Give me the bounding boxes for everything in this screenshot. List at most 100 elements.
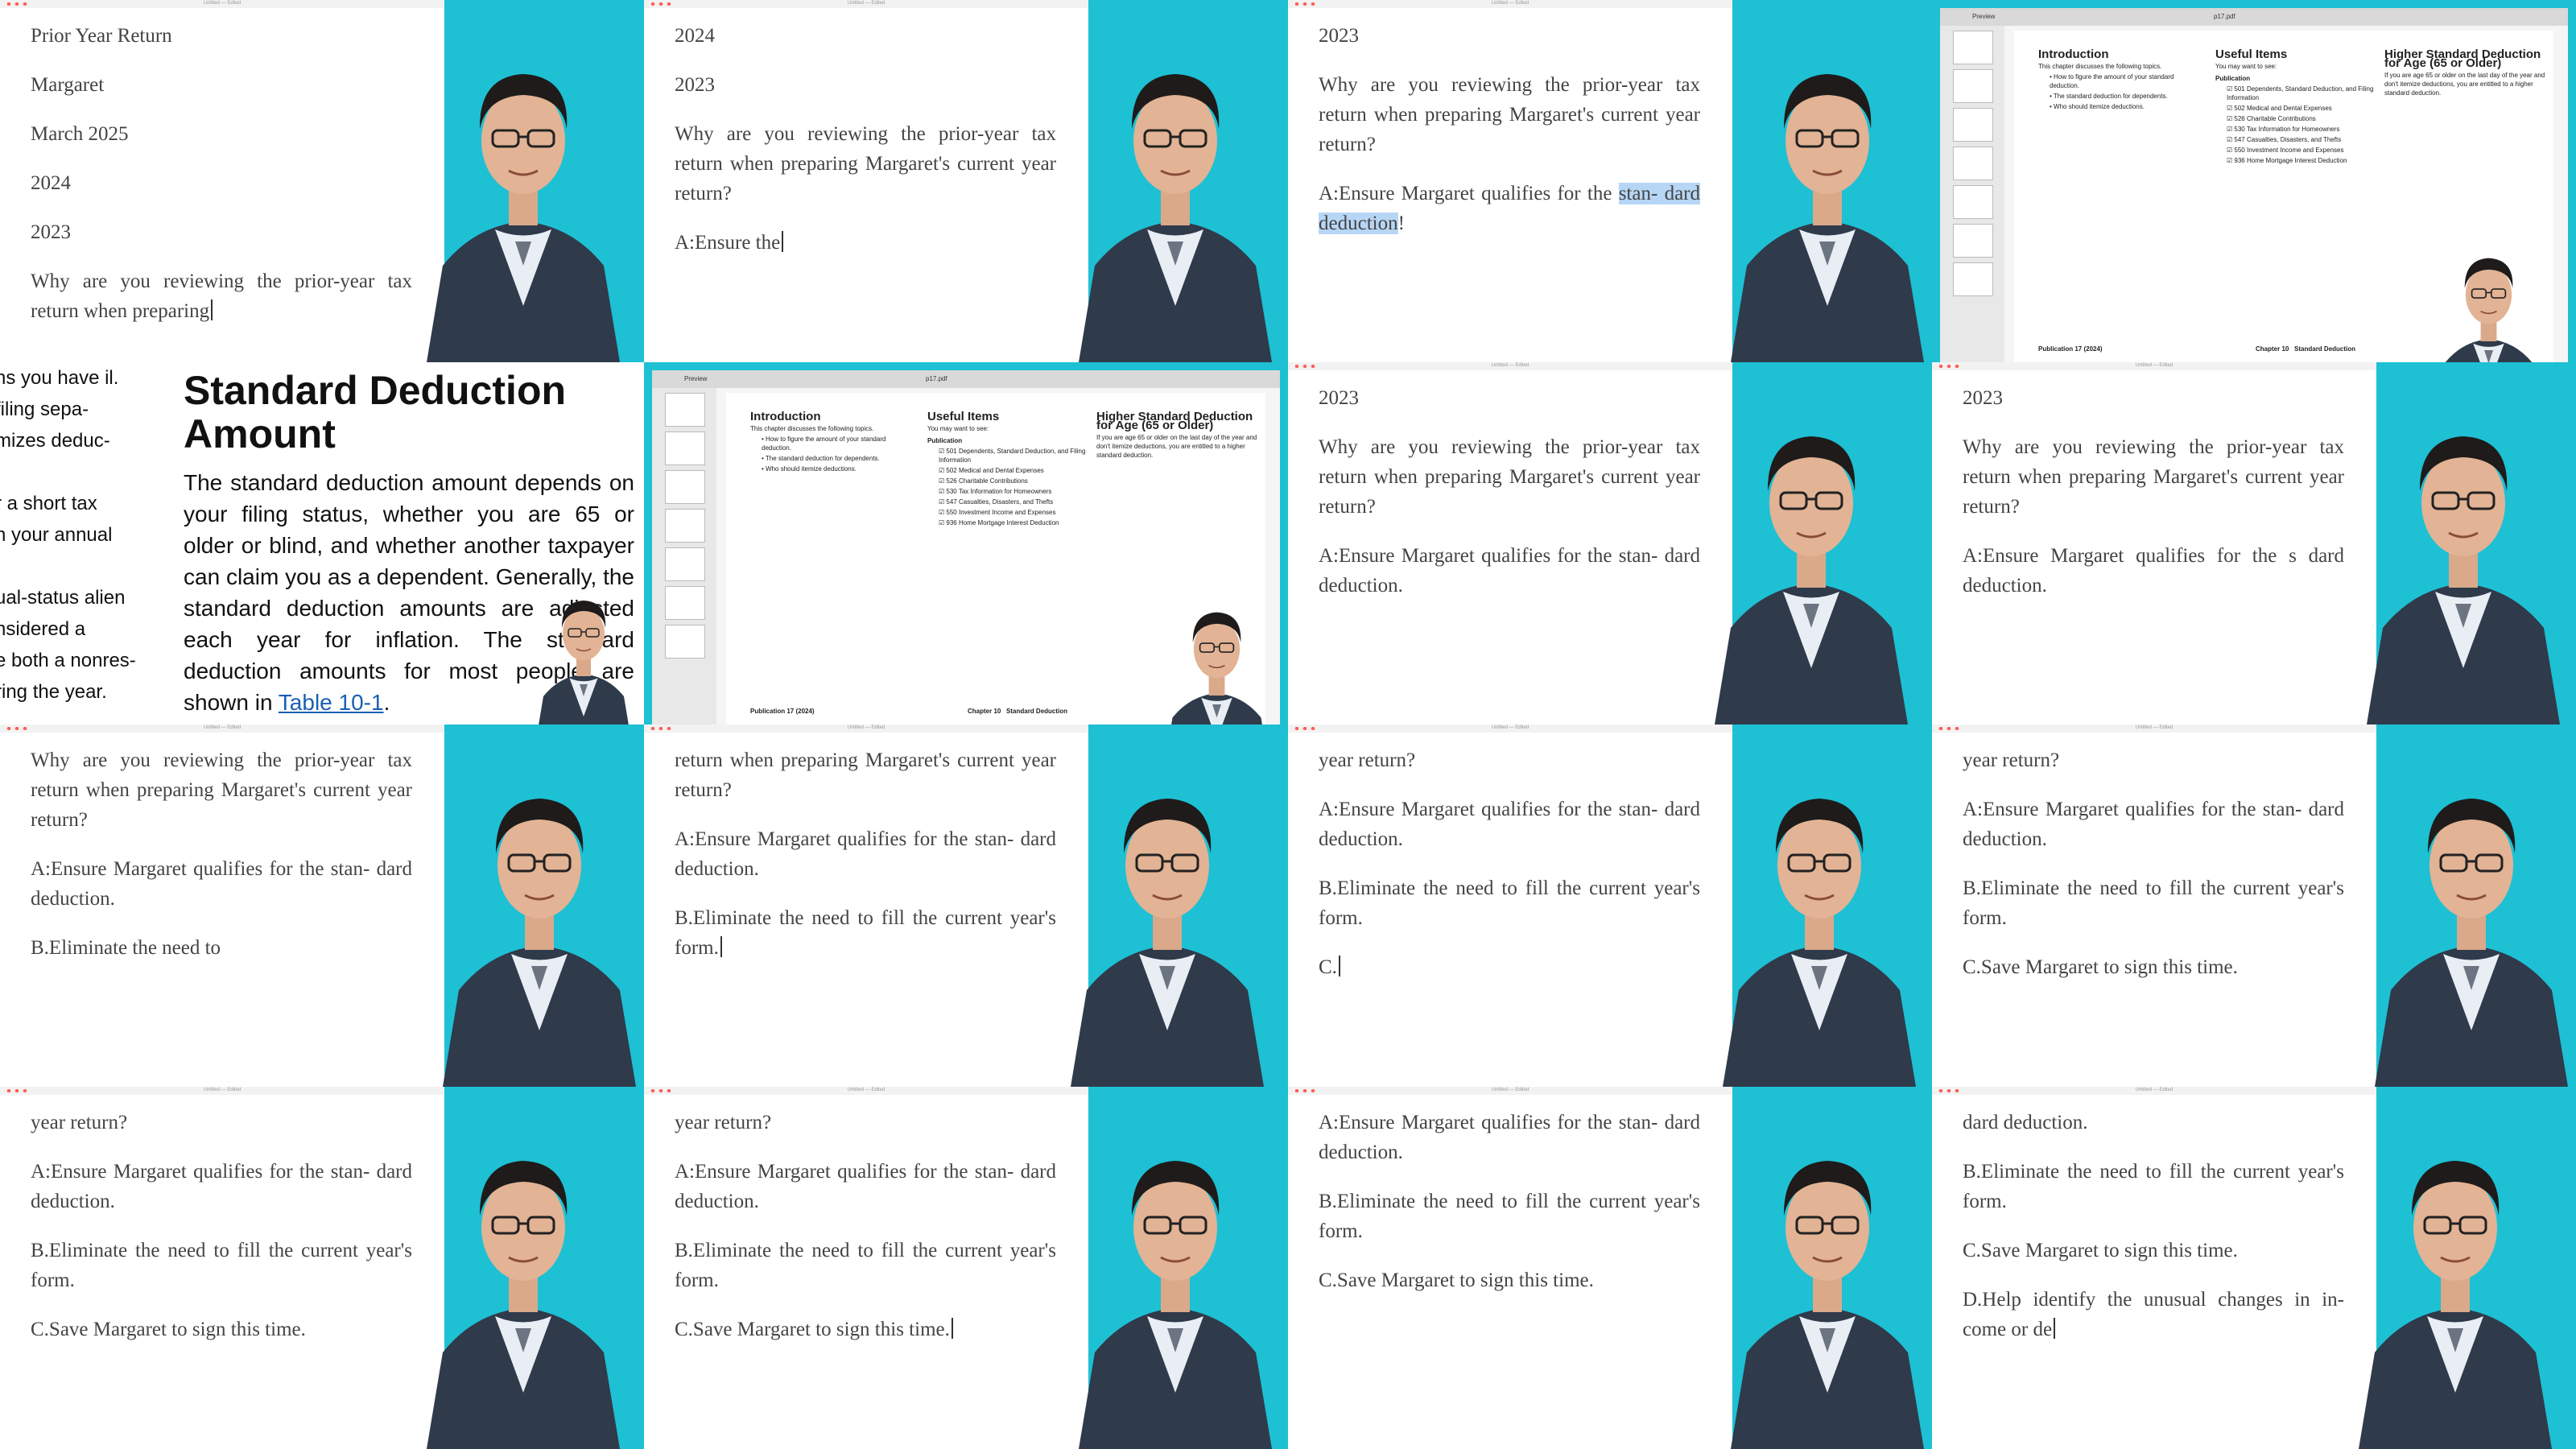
pdf-toolbar: Preview p17.pdf <box>1940 8 2568 26</box>
publication-item: ☑ 936 Home Mortgage Interest Deduction <box>939 519 1059 526</box>
pdf-thumbnail-sidebar[interactable] <box>1940 26 2004 362</box>
window-titlebar: Untitled — Edited <box>0 1087 444 1095</box>
document-text[interactable]: return when preparing Margaret's current… <box>675 745 1056 982</box>
text-editor-window: Untitled — Edited return when preparing … <box>644 724 1088 1087</box>
document-line: Why are you reviewing the prior-year tax… <box>1319 436 1700 518</box>
presenter-figure <box>1079 74 1272 362</box>
document-line-end: ! <box>1397 213 1405 234</box>
pdf-app-name: Preview <box>684 375 708 382</box>
document-line: A:Ensure Margaret qualifies for the stan… <box>1963 799 2344 850</box>
video-frame: Untitled — Edited year return? A:Ensure M… <box>644 1087 1288 1449</box>
document-text[interactable]: A:Ensure Margaret qualifies for the stan… <box>1319 1108 1700 1315</box>
document-line: A:Ensure the <box>675 232 781 254</box>
publication-item: ☑ 547 Casualties, Disasters, and Thefts <box>939 498 1054 506</box>
page-thumbnail[interactable] <box>665 509 705 543</box>
video-frame-grid: Untitled — Edited Prior Year Return Marga… <box>0 0 2576 1449</box>
table-10-1-link[interactable]: Table 10-1 <box>279 690 384 715</box>
document-line: year return? <box>31 1112 128 1133</box>
document-text[interactable]: year return? A:Ensure Margaret qualifies … <box>1319 745 1700 1001</box>
video-frame: Untitled — Edited 2024 2023 Why are you re… <box>644 0 1288 362</box>
pdf-file-title: p17.pdf <box>2214 13 2235 20</box>
page-thumbnail[interactable] <box>665 586 705 620</box>
text-editor-window: Untitled — Edited year return? A:Ensure M… <box>1932 724 2376 1087</box>
pdf-column-middle: Useful Items You may want to see: Public… <box>2215 47 2376 167</box>
text-editor-window: Untitled — Edited year return? A:Ensure M… <box>1288 724 1732 1087</box>
video-frame: Untitled — Edited year return? A:Ensure M… <box>1288 724 1932 1087</box>
text-editor-window: Untitled — Edited dard deduction. B.Elimi… <box>1932 1087 2376 1449</box>
window-title: Untitled — Edited <box>2135 725 2174 730</box>
document-line: A:Ensure Margaret qualifies for the stan… <box>31 858 412 910</box>
presenter-figure <box>1723 799 1916 1087</box>
document-line: B.Eliminate the need to fill the current… <box>675 907 1056 959</box>
cropped-text-line: ual-status alien <box>0 587 126 609</box>
document-text[interactable]: 2024 2023 Why are you reviewing the prior-… <box>675 21 1056 277</box>
document-line: 2023 <box>675 74 715 96</box>
document-text[interactable]: year return? A:Ensure Margaret qualifies … <box>1963 745 2344 1001</box>
publication-item: ☑ 502 Medical and Dental Expenses <box>2227 105 2332 112</box>
bullet-item: • How to figure the amount of your stand… <box>762 436 886 452</box>
page-thumbnail[interactable] <box>665 547 705 581</box>
document-line: A:Ensure Margaret qualifies for the stan… <box>1319 1112 1700 1163</box>
bullet-item: • Who should itemize deductions. <box>762 465 857 473</box>
page-thumbnail[interactable] <box>1953 224 1993 258</box>
intro-text: This chapter discusses the following top… <box>2038 63 2162 70</box>
useful-items-heading: Useful Items <box>2215 47 2288 61</box>
page-thumbnail[interactable] <box>1953 108 1993 142</box>
document-line: B.Eliminate the need to fill the current… <box>1319 877 1700 929</box>
document-line: year return? <box>1963 749 2060 771</box>
page-thumbnail[interactable] <box>1953 31 1993 64</box>
page-thumbnail[interactable] <box>1953 262 1993 296</box>
document-text[interactable]: Why are you reviewing the prior-year tax… <box>31 745 412 982</box>
document-line: B.Eliminate the need to fill the current… <box>31 1240 412 1291</box>
page-thumbnail[interactable] <box>665 431 705 465</box>
document-line: return when preparing Margaret's current… <box>675 749 1056 801</box>
page-thumbnail[interactable] <box>665 625 705 658</box>
video-frame: ns you have il. filing sepa-mizes deduc- … <box>0 362 644 724</box>
document-text[interactable]: Prior Year Return Margaret March 2025 2024 2… <box>31 21 412 345</box>
bullet-item: • How to figure the amount of your stand… <box>2050 73 2174 89</box>
document-line: Why are you reviewing the prior-year tax… <box>31 270 412 322</box>
higher-deduction-text: If you are age 65 or older on the last d… <box>2384 72 2545 97</box>
bullet-item: • The standard deduction for dependents. <box>762 455 880 462</box>
document-line: A:Ensure Margaret qualifies for the stan… <box>1319 799 1700 850</box>
text-editor-window: Untitled — Edited year return? A:Ensure M… <box>0 1087 444 1449</box>
cropped-text-line <box>0 551 156 582</box>
pdf-footer-chapter: Chapter 10 Standard Deduction <box>968 708 1068 715</box>
useful-items-sub: You may want to see: <box>2215 63 2277 70</box>
intro-heading: Introduction <box>750 410 821 423</box>
document-text[interactable]: 2023 Why are you reviewing the prior-year… <box>1319 383 1700 620</box>
window-title: Untitled — Edited <box>203 1 242 6</box>
window-titlebar: Untitled — Edited <box>1288 724 1732 733</box>
pdf-app-name: Preview <box>1972 13 1996 20</box>
document-text[interactable]: year return? A:Ensure Margaret qualifies … <box>31 1108 412 1364</box>
document-line: Why are you reviewing the prior-year tax… <box>1319 74 1700 155</box>
useful-items-sub: You may want to see: <box>927 425 989 432</box>
presenter-webcam <box>1071 0 1280 362</box>
document-text[interactable]: 2023 Why are you reviewing the prior-year… <box>1319 21 1700 258</box>
page-thumbnail[interactable] <box>1953 147 1993 180</box>
text-editor-window: Untitled — Edited 2024 2023 Why are you re… <box>644 0 1088 362</box>
publication-item: ☑ 550 Investment Income and Expenses <box>2227 147 2344 154</box>
publication-item: ☑ 547 Casualties, Disasters, and Thefts <box>2227 136 2342 143</box>
document-line: Margaret <box>31 74 105 96</box>
presenter-webcam <box>2359 362 2568 724</box>
page-thumbnail[interactable] <box>1953 69 1993 103</box>
pdf-thumbnail-sidebar[interactable] <box>652 388 716 724</box>
page-thumbnail[interactable] <box>665 470 705 504</box>
presenter-figure <box>2445 258 2533 362</box>
presenter-figure <box>1731 74 1924 362</box>
window-title: Untitled — Edited <box>1491 363 1530 368</box>
document-text[interactable]: dard deduction. B.Eliminate the need to f… <box>1963 1108 2344 1364</box>
document-line: 2024 <box>675 25 715 47</box>
page-thumbnail[interactable] <box>1953 185 1993 219</box>
document-text[interactable]: year return? A:Ensure Margaret qualifies … <box>675 1108 1056 1364</box>
publication-item: ☑ 550 Investment Income and Expenses <box>939 509 1056 516</box>
publication-item: ☑ 501 Dependents, Standard Deduction, an… <box>2227 85 2374 101</box>
document-line: B.Eliminate the need to fill the current… <box>1319 1191 1700 1242</box>
presenter-webcam <box>1723 1087 1932 1449</box>
page-thumbnail[interactable] <box>665 393 705 427</box>
higher-deduction-heading: Higher Standard Deduction for Age (65 or… <box>1096 410 1253 432</box>
text-editor-window: Untitled — Edited A:Ensure Margaret qual… <box>1288 1087 1732 1449</box>
document-text[interactable]: 2023 Why are you reviewing the prior-year… <box>1963 383 2344 620</box>
publication-item: ☑ 530 Tax Information for Homeowners <box>2227 126 2340 133</box>
